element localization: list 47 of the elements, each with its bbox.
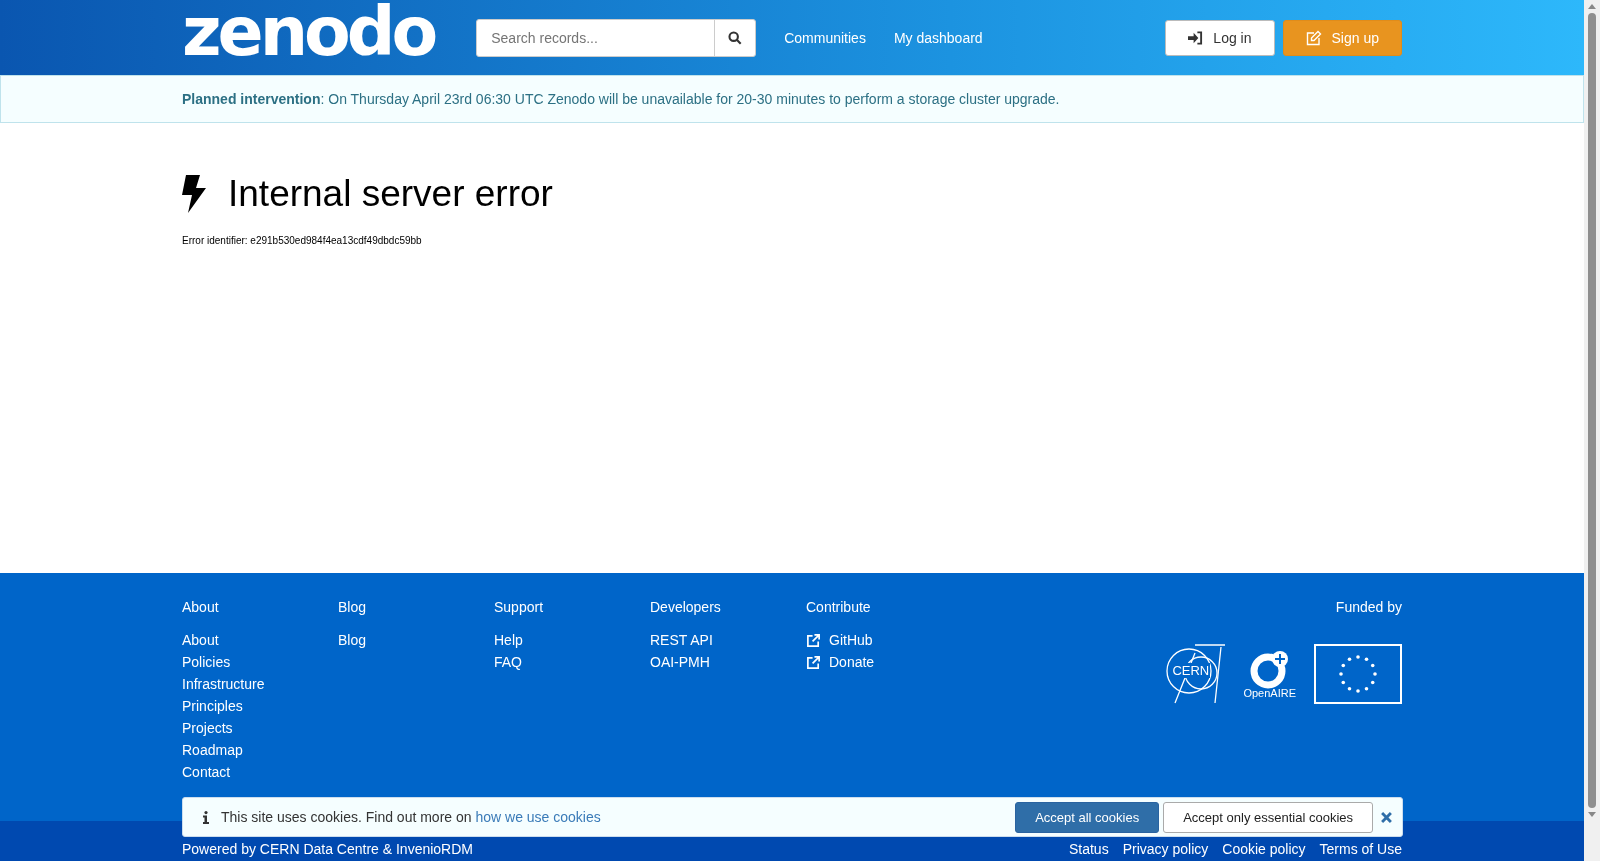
error-identifier: Error identifier: e291b530ed984f4ea13cdf49dbdc59bb <box>182 235 423 246</box>
bottom-link[interactable]: Privacy policy <box>1122 841 1209 857</box>
bottom-link[interactable]: Cookie policy <box>1222 841 1306 857</box>
log-in-button[interactable]: Log in <box>1165 19 1275 56</box>
footer-link[interactable]: Donate <box>806 651 962 673</box>
footer-link[interactable]: GitHub <box>806 629 962 651</box>
footer-link[interactable]: Projects <box>182 717 338 739</box>
bottom-link[interactable]: Terms of Use <box>1319 841 1402 857</box>
footer-heading: About <box>182 599 220 615</box>
footer-heading: Contribute <box>806 599 872 615</box>
close-icon <box>1381 811 1392 823</box>
sign-in-icon <box>1188 30 1204 45</box>
footer-link[interactable]: OAI-PMH <box>650 651 806 673</box>
accept-essential-button[interactable]: Accept only essential cookies <box>1163 801 1373 833</box>
footer-link[interactable]: Blog <box>338 629 494 651</box>
nav-link[interactable]: My dashboard <box>893 29 983 46</box>
close-button[interactable] <box>1379 809 1394 825</box>
bottom-link[interactable]: Status <box>1068 841 1109 857</box>
openaire-logo: OpenAIRE <box>1243 649 1296 699</box>
footer-link[interactable]: Roadmap <box>182 739 338 761</box>
cookie-info-link[interactable]: how we use cookies <box>475 809 601 825</box>
search-icon <box>728 30 743 45</box>
cookie-text: This site uses cookies. Find out more on how we use cookies <box>221 809 602 825</box>
cern-logo: CERN <box>1165 643 1226 705</box>
zenodo-logo[interactable]: zenodo <box>182 0 435 66</box>
footer-link[interactable]: Infrastructure <box>182 673 338 695</box>
footer-link[interactable]: Principles <box>182 695 338 717</box>
footer-link[interactable]: REST API <box>650 629 806 651</box>
scrollbar[interactable] <box>1584 0 1600 861</box>
notice-text: Planned intervention: On Thursday April 23rd 06:30 UTC Zenodo will be unavailable for 20-30 minutes to perform a storage cluster upgrade. <box>182 90 1061 109</box>
lightning-icon <box>182 175 208 213</box>
footer-link[interactable]: FAQ <box>494 651 650 673</box>
accept-all-button[interactable]: Accept all cookies <box>1015 801 1160 833</box>
footer-link[interactable]: About <box>182 629 338 651</box>
footer-link[interactable]: Help <box>494 629 650 651</box>
footer-heading: Blog <box>338 599 368 615</box>
footer-link[interactable]: Policies <box>182 651 338 673</box>
funded-by-label: Funded by <box>1335 599 1402 615</box>
error-title: Internal server error <box>228 173 553 215</box>
info-icon <box>203 810 209 824</box>
footer-heading: Developers <box>650 599 722 615</box>
footer-link[interactable]: Contact <box>182 761 338 783</box>
footer-heading: Support <box>494 599 545 615</box>
nav-link[interactable]: Communities <box>784 29 866 46</box>
powered-by-text: Powered by CERN Data Centre & InvenioRDM <box>182 841 473 857</box>
search-field[interactable]: Search records... <box>476 18 757 57</box>
edit-icon <box>1305 29 1322 46</box>
